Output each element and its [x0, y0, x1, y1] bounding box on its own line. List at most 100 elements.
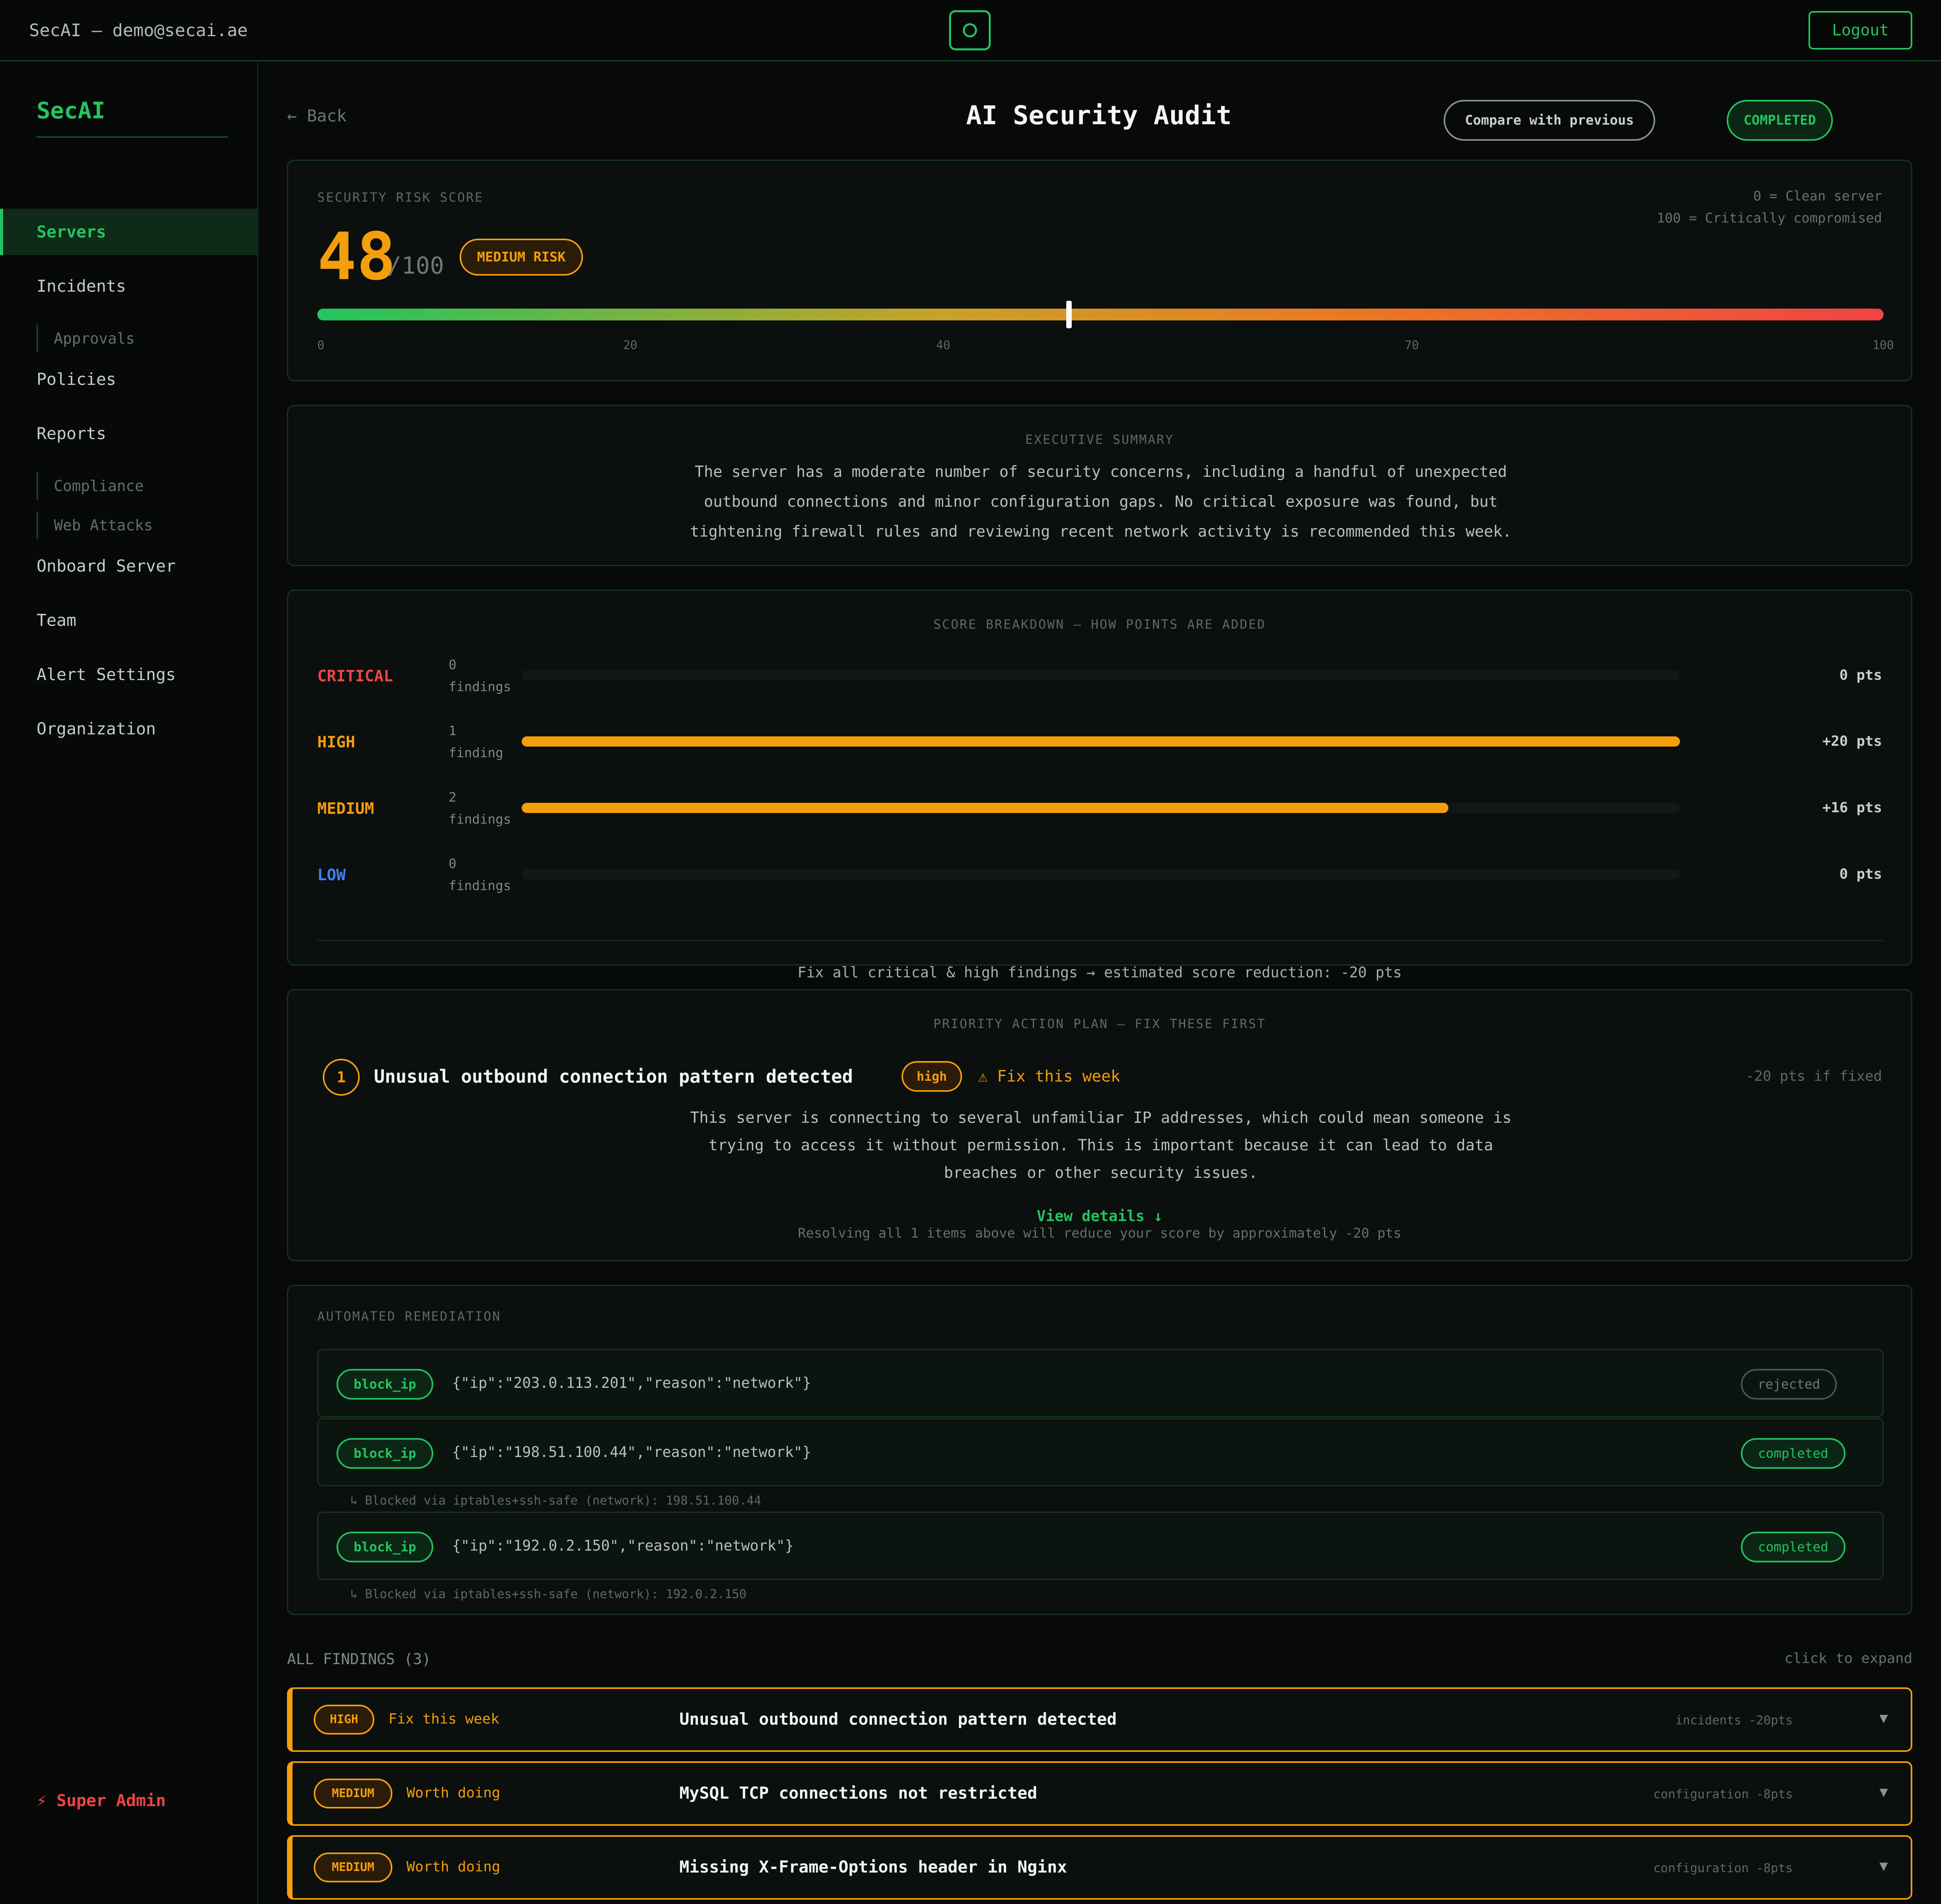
section-label: AUTOMATED REMEDIATION — [317, 1309, 501, 1324]
sidebar-item-servers[interactable]: Servers — [0, 209, 257, 255]
legend-clean: 0 = Clean server — [1753, 188, 1882, 204]
score-reduction-note: Fix all critical & high findings → estim… — [797, 964, 1402, 981]
page-title: AI Security Audit — [966, 100, 1232, 131]
urgency-label: ⚠ Fix this week — [978, 1067, 1120, 1085]
severity-label: LOW — [317, 866, 346, 884]
finding-row[interactable]: MEDIUM Worth doing Missing X-Frame-Optio… — [287, 1835, 1912, 1900]
sidebar-item-team[interactable]: Team — [0, 597, 257, 644]
chevron-down-icon[interactable]: ▼ — [1879, 1710, 1888, 1726]
priority-title: Unusual outbound connection pattern dete… — [374, 1066, 853, 1087]
finding-meta: incidents -20pts — [1675, 1713, 1793, 1727]
finding-title: Missing X-Frame-Options header in Nginx — [679, 1857, 1067, 1876]
finding-row[interactable]: MEDIUM Worth doing MySQL TCP connections… — [287, 1761, 1912, 1826]
tick-label: 100 — [1873, 338, 1894, 352]
user-identity: SecAI — demo@secai.ae — [29, 20, 248, 40]
breakdown-row-low: LOW 0 findings 0 pts — [288, 853, 1911, 896]
circle-logo-icon[interactable] — [949, 10, 991, 50]
section-label: PRIORITY ACTION PLAN — FIX THESE FIRST — [933, 1016, 1266, 1031]
finding-title: Unusual outbound connection pattern dete… — [679, 1709, 1117, 1729]
severity-badge: MEDIUM — [314, 1779, 392, 1808]
summary-line: outbound connections and minor configura… — [704, 493, 1498, 511]
action-params: {"ip":"198.51.100.44","reason":"network"… — [452, 1444, 811, 1461]
priority-number: 1 — [323, 1059, 360, 1096]
summary-line: tightening firewall rules and reviewing … — [690, 523, 1512, 541]
points-value: 0 pts — [1839, 866, 1882, 882]
action-params: {"ip":"203.0.113.201","reason":"network"… — [452, 1374, 811, 1391]
points-value: +16 pts — [1822, 800, 1882, 816]
compare-button[interactable]: Compare with previous — [1444, 100, 1655, 141]
section-label: SECURITY RISK SCORE — [317, 190, 484, 205]
sidebar-item-compliance[interactable]: Compliance — [37, 472, 144, 500]
urgency-label: Worth doing — [407, 1785, 500, 1801]
description-line: This server is connecting to several unf… — [690, 1109, 1512, 1127]
tick-label: 0 — [317, 338, 325, 352]
sidebar-item-alert-settings[interactable]: Alert Settings — [0, 651, 257, 698]
breakdown-row-medium: MEDIUM 2 findings +16 pts — [288, 786, 1911, 830]
risk-score-card: SECURITY RISK SCORE 0 = Clean server 100… — [287, 160, 1912, 381]
tick-label: 70 — [1405, 338, 1419, 352]
chevron-down-icon[interactable]: ▼ — [1879, 1784, 1888, 1800]
urgency-label: Worth doing — [407, 1859, 500, 1875]
sidebar: SecAI Dashboard Servers Incidents Approv… — [0, 63, 258, 1904]
risk-score-max: /100 — [387, 252, 444, 280]
remediation-note: ↳ Blocked via iptables+ssh-safe (network… — [350, 1494, 762, 1508]
tick-label: 20 — [623, 338, 638, 352]
tick-label: 40 — [936, 338, 951, 352]
severity-label: HIGH — [317, 733, 355, 751]
severity-label: CRITICAL — [317, 667, 393, 685]
findings-hint: click to expand — [1784, 1650, 1912, 1667]
finding-count: 2 findings — [449, 789, 511, 827]
sidebar-item-onboard-server[interactable]: Onboard Server — [0, 543, 257, 589]
executive-summary-text: The server has a moderate number of secu… — [681, 457, 1520, 547]
executive-summary-card: EXECUTIVE SUMMARY The server has a moder… — [287, 405, 1912, 566]
status-badge: completed — [1741, 1532, 1845, 1562]
points-bar — [522, 803, 1680, 813]
finding-title: MySQL TCP connections not restricted — [679, 1783, 1038, 1803]
finding-count: 1 finding — [449, 723, 504, 760]
sidebar-item-policies[interactable]: Policies — [0, 356, 257, 403]
severity-badge: HIGH — [314, 1705, 374, 1735]
action-badge: block_ip — [337, 1369, 433, 1400]
sidebar-item-organization[interactable]: Organization — [0, 706, 257, 752]
action-badge: block_ip — [337, 1532, 433, 1562]
remediation-row[interactable]: block_ip {"ip":"192.0.2.150","reason":"n… — [317, 1512, 1884, 1580]
points-bar — [522, 869, 1680, 879]
top-bar: SecAI — demo@secai.ae Logout — [0, 0, 1941, 61]
remediation-row[interactable]: block_ip {"ip":"203.0.113.201","reason":… — [317, 1349, 1884, 1417]
section-label: SCORE BREAKDOWN — HOW POINTS ARE ADDED — [933, 617, 1266, 632]
super-admin-badge: ⚡ Super Admin — [37, 1791, 166, 1810]
score-breakdown-card: SCORE BREAKDOWN — HOW POINTS ARE ADDED C… — [287, 590, 1912, 966]
risk-marker — [1066, 301, 1072, 328]
sidebar-item-approvals[interactable]: Approvals — [37, 325, 135, 352]
logout-button[interactable]: Logout — [1809, 11, 1912, 50]
divider — [317, 940, 1884, 941]
automated-remediation-card: AUTOMATED REMEDIATION block_ip {"ip":"20… — [287, 1285, 1912, 1615]
description-line: breaches or other security issues. — [944, 1164, 1258, 1182]
sidebar-item-incidents[interactable]: Incidents — [0, 263, 257, 309]
finding-row[interactable]: HIGH Fix this week Unusual outbound conn… — [287, 1687, 1912, 1752]
points-bar-fill — [522, 803, 1448, 813]
remediation-note: ↳ Blocked via iptables+ssh-safe (network… — [350, 1587, 747, 1601]
finding-meta: configuration -8pts — [1653, 1787, 1793, 1801]
risk-gradient-bar — [317, 309, 1884, 320]
chevron-down-icon[interactable]: ▼ — [1879, 1858, 1888, 1874]
summary-line: The server has a moderate number of secu… — [694, 463, 1507, 481]
points-value: 0 pts — [1839, 667, 1882, 683]
view-details-link[interactable]: View details ↓ — [288, 1207, 1911, 1225]
points-value: +20 pts — [1822, 733, 1882, 749]
points-bar — [522, 670, 1680, 681]
finding-meta: configuration -8pts — [1653, 1861, 1793, 1875]
sidebar-item-web-attacks[interactable]: Web Attacks — [37, 511, 153, 539]
sidebar-brand[interactable]: SecAI — [37, 97, 105, 124]
finding-count: 0 findings — [449, 856, 511, 893]
section-label: EXECUTIVE SUMMARY — [1025, 432, 1174, 447]
back-link[interactable]: ← Back — [287, 106, 347, 125]
findings-heading: ALL FINDINGS (3) — [287, 1650, 431, 1668]
urgency-label: Fix this week — [388, 1711, 499, 1727]
breakdown-row-critical: CRITICAL 0 findings 0 pts — [288, 654, 1911, 697]
remediation-row[interactable]: block_ip {"ip":"198.51.100.44","reason":… — [317, 1418, 1884, 1486]
sidebar-item-reports[interactable]: Reports — [0, 410, 257, 457]
points-bar-fill — [522, 736, 1680, 747]
divider — [37, 136, 228, 138]
status-badge: COMPLETED — [1727, 100, 1833, 141]
